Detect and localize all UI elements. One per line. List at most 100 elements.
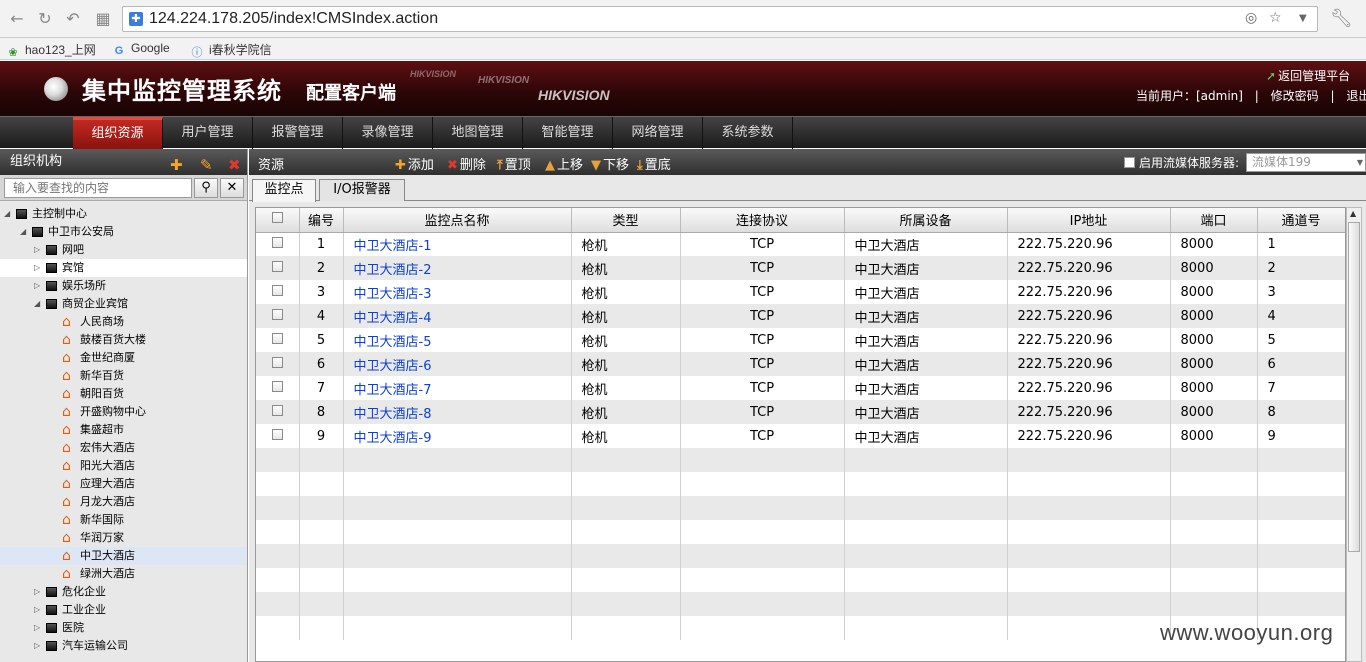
table-row[interactable] xyxy=(256,592,1345,616)
compat-icon[interactable]: ◎ xyxy=(1245,10,1257,26)
row-checkbox[interactable] xyxy=(271,332,283,344)
col-header-protocol[interactable]: 连接协议 xyxy=(680,208,845,233)
tab-monitor-points[interactable]: 监控点 xyxy=(252,179,316,202)
star-icon[interactable]: ☆ xyxy=(1269,10,1282,26)
cell-name[interactable] xyxy=(343,448,572,472)
row-select-cell[interactable] xyxy=(256,256,300,280)
delete-button[interactable]: ✖ 删除 xyxy=(447,154,486,173)
tree-node[interactable]: ▷ 医院 xyxy=(0,619,247,637)
row-checkbox[interactable] xyxy=(271,236,283,248)
search-icon[interactable]: ⚲ xyxy=(194,178,218,198)
undo-icon[interactable]: ↶ xyxy=(62,8,84,30)
menu-recording-management[interactable]: 录像管理 xyxy=(343,117,433,149)
cell-name[interactable]: 中卫大酒店-2 xyxy=(343,256,572,280)
org-search-input[interactable] xyxy=(4,178,192,198)
select-all-checkbox[interactable] xyxy=(271,212,283,224)
cell-name[interactable]: 中卫大酒店-1 xyxy=(343,232,572,256)
row-select-cell[interactable] xyxy=(256,424,300,448)
cell-name[interactable] xyxy=(343,472,572,496)
scroll-up-icon[interactable]: ▲ xyxy=(1350,209,1356,218)
move-bottom-button[interactable]: ⤓ 置底 xyxy=(637,154,671,173)
row-select-cell[interactable] xyxy=(256,232,300,256)
tree-node[interactable]: ◢ 中卫市公安局 xyxy=(0,223,247,241)
reload-icon[interactable]: ↻ xyxy=(34,8,56,30)
scrollbar-thumb[interactable] xyxy=(1348,222,1360,552)
move-up-button[interactable]: ▲ 上移 xyxy=(545,154,583,173)
row-checkbox[interactable] xyxy=(271,428,283,440)
col-header-name[interactable]: 监控点名称 xyxy=(343,208,572,233)
row-select-cell[interactable] xyxy=(256,496,300,520)
table-row[interactable]: 8 中卫大酒店-8 枪机 TCP 中卫大酒店 222.75.220.96 8000 8 xyxy=(256,400,1345,424)
table-row[interactable]: 5 中卫大酒店-5 枪机 TCP 中卫大酒店 222.75.220.96 8000 5 xyxy=(256,328,1345,352)
menu-network-management[interactable]: 网络管理 xyxy=(613,117,703,149)
tree-node[interactable]: ⌂ 鼓楼百货大楼 xyxy=(0,331,247,349)
tree-node[interactable]: ▷ 汽车运输公司 xyxy=(0,637,247,655)
stream-server-select[interactable]: 流媒体199 ▼ xyxy=(1246,153,1366,172)
cell-name[interactable]: 中卫大酒店-4 xyxy=(343,304,572,328)
table-row[interactable]: 6 中卫大酒店-6 枪机 TCP 中卫大酒店 222.75.220.96 8000 6 xyxy=(256,352,1345,376)
table-row[interactable]: 4 中卫大酒店-4 枪机 TCP 中卫大酒店 222.75.220.96 8000 4 xyxy=(256,304,1345,328)
row-select-cell[interactable] xyxy=(256,520,300,544)
back-icon[interactable]: ← xyxy=(6,8,28,30)
table-row[interactable] xyxy=(256,568,1345,592)
row-checkbox[interactable] xyxy=(271,380,283,392)
row-select-cell[interactable] xyxy=(256,592,300,616)
collapse-icon[interactable]: ◢ xyxy=(34,295,40,313)
col-header-channel[interactable]: 通道号 xyxy=(1257,208,1345,233)
menu-map-management[interactable]: 地图管理 xyxy=(433,117,523,149)
cell-name[interactable]: 中卫大酒店-7 xyxy=(343,376,572,400)
tree-node[interactable]: ⌂ 绿洲大酒店 xyxy=(0,565,247,583)
tree-node[interactable]: ⌂ 新华百货 xyxy=(0,367,247,385)
row-select-cell[interactable] xyxy=(256,280,300,304)
cell-name[interactable]: 中卫大酒店-5 xyxy=(343,328,572,352)
menu-user-management[interactable]: 用户管理 xyxy=(163,117,253,149)
tree-node[interactable]: ⌂ 中卫大酒店 xyxy=(0,547,247,565)
table-row[interactable]: 2 中卫大酒店-2 枪机 TCP 中卫大酒店 222.75.220.96 8000 2 xyxy=(256,256,1345,280)
tree-node[interactable]: ⌂ 金世纪商厦 xyxy=(0,349,247,367)
expand-icon[interactable]: ▷ xyxy=(34,619,40,637)
address-bar[interactable]: ✚ 124.224.178.205/index!CMSIndex.action … xyxy=(122,6,1318,32)
url-text[interactable]: 124.224.178.205/index!CMSIndex.action xyxy=(149,10,438,28)
table-row[interactable] xyxy=(256,496,1345,520)
tree-node[interactable]: ⌂ 宏伟大酒店 xyxy=(0,439,247,457)
expand-icon[interactable]: ▷ xyxy=(34,277,40,295)
menu-alarm-management[interactable]: 报警管理 xyxy=(253,117,343,149)
row-checkbox[interactable] xyxy=(271,284,283,296)
row-select-cell[interactable] xyxy=(256,568,300,592)
row-select-cell[interactable] xyxy=(256,448,300,472)
cell-name[interactable]: 中卫大酒店-6 xyxy=(343,352,572,376)
row-select-cell[interactable] xyxy=(256,544,300,568)
row-checkbox[interactable] xyxy=(271,260,283,272)
expand-icon[interactable]: ▷ xyxy=(34,259,40,277)
row-select-cell[interactable] xyxy=(256,376,300,400)
dropdown-icon[interactable]: ▼ xyxy=(1299,13,1307,24)
row-select-cell[interactable] xyxy=(256,616,300,640)
add-button[interactable]: ✚ 添加 xyxy=(395,154,434,173)
row-select-cell[interactable] xyxy=(256,352,300,376)
bookmark-hao123[interactable]: ❀ hao123_上网 xyxy=(6,41,95,60)
table-row[interactable]: 1 中卫大酒店-1 枪机 TCP 中卫大酒店 222.75.220.96 8000 1 xyxy=(256,232,1345,256)
tree-node[interactable]: ◢ 主控制中心 xyxy=(0,205,247,223)
select-all-header[interactable] xyxy=(256,208,300,233)
bookmark-ichunqiu[interactable]: ⓘ i春秋学院信 xyxy=(190,41,272,60)
expand-icon[interactable]: ▷ xyxy=(34,241,40,259)
expand-icon[interactable]: ▷ xyxy=(34,583,40,601)
table-row[interactable] xyxy=(256,520,1345,544)
table-row[interactable]: 3 中卫大酒店-3 枪机 TCP 中卫大酒店 222.75.220.96 8000 3 xyxy=(256,280,1345,304)
col-header-type[interactable]: 类型 xyxy=(571,208,681,233)
grid-icon[interactable]: ▦ xyxy=(92,8,114,30)
menu-system-parameters[interactable]: 系统参数 xyxy=(703,117,793,149)
clear-icon[interactable]: ✕ xyxy=(220,178,244,198)
tree-node[interactable]: ⌂ 应理大酒店 xyxy=(0,475,247,493)
tree-node[interactable]: ⌂ 新华国际 xyxy=(0,511,247,529)
tree-node[interactable]: ⌂ 开盛购物中心 xyxy=(0,403,247,421)
col-header-ip[interactable]: IP地址 xyxy=(1007,208,1171,233)
bookmark-google[interactable]: G Google xyxy=(112,41,170,58)
row-checkbox[interactable] xyxy=(271,356,283,368)
return-platform-link[interactable]: ➚ 返回管理平台 xyxy=(1266,67,1350,84)
row-checkbox[interactable] xyxy=(271,404,283,416)
menu-smart-management[interactable]: 智能管理 xyxy=(523,117,613,149)
col-header-device[interactable]: 所属设备 xyxy=(844,208,1008,233)
table-row[interactable]: 9 中卫大酒店-9 枪机 TCP 中卫大酒店 222.75.220.96 8000 9 xyxy=(256,424,1345,448)
table-row[interactable] xyxy=(256,472,1345,496)
